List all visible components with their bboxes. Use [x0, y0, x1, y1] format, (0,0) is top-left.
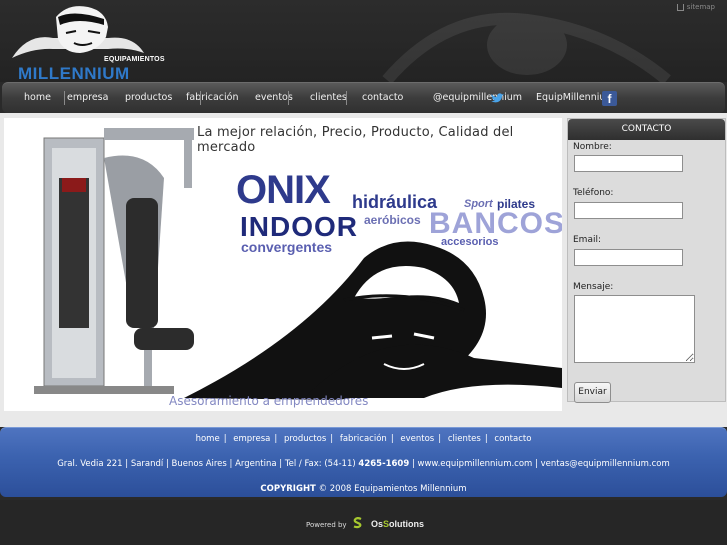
site-header: EQUIPAMIENTOS MILLENNIUM sitemap	[0, 0, 727, 85]
footer-address: Gral. Vedia 221 | Sarandí | Buenos Aires…	[57, 459, 670, 469]
twitter-bird-icon[interactable]	[490, 93, 504, 104]
nav-fabricacion[interactable]: fabricación	[186, 92, 238, 103]
nav-productos[interactable]: productos	[125, 92, 172, 103]
email-input[interactable]	[574, 249, 683, 266]
copyright-text: © 2008 Equipamientos Millennium	[318, 484, 467, 494]
footer-link-eventos[interactable]: eventos	[400, 434, 434, 444]
main-nav: home empresa productos fabricación event…	[2, 82, 725, 113]
message-label: Mensaje:	[573, 282, 614, 292]
phone-number: 4265-1609	[358, 459, 410, 469]
nav-clientes[interactable]: clientes	[310, 92, 347, 103]
sitemap-link[interactable]: sitemap	[676, 3, 715, 11]
contact-form: CONTACTO Nombre: Teléfono: Email: Mensaj…	[567, 118, 726, 403]
name-input[interactable]	[574, 155, 683, 172]
sitemap-icon	[676, 3, 684, 11]
address-text: Gral. Vedia 221 | Sarandí | Buenos Aires…	[57, 459, 356, 469]
nav-contacto[interactable]: contacto	[362, 92, 403, 103]
brand-rest: olutions	[389, 519, 425, 529]
nav-home[interactable]: home	[24, 92, 51, 103]
name-label: Nombre:	[573, 142, 612, 152]
footer-link-clientes[interactable]: clientes	[448, 434, 481, 444]
ossolutions-link[interactable]: OsSolutions	[371, 519, 424, 529]
logo-title: MILLENNIUM	[18, 64, 130, 83]
banner-tagline: La mejor relación, Precio, Producto, Cal…	[197, 125, 514, 155]
message-textarea[interactable]	[574, 295, 695, 363]
nav-divider	[200, 91, 201, 105]
nav-divider	[346, 91, 347, 105]
phone-label: Teléfono:	[573, 188, 614, 198]
nav-twitter-link[interactable]: @equipmillennium	[433, 92, 522, 103]
footer-nav: home | empresa | productos | fabricación | e…	[195, 434, 532, 444]
email-label: Email:	[573, 235, 602, 245]
site-logo[interactable]: EQUIPAMIENTOS MILLENNIUM	[8, 3, 164, 83]
powered-by-label: Powered by	[306, 521, 347, 529]
nav-empresa[interactable]: empresa	[67, 92, 108, 103]
logo-subtitle: EQUIPAMIENTOS	[104, 56, 165, 63]
banner-word-accesorios: accesorios	[441, 236, 499, 248]
email-link[interactable]: ventas@equipmillennium.com	[541, 459, 670, 469]
footer-link-fabricacion[interactable]: fabricación	[340, 434, 387, 444]
header-watermark-figure	[382, 12, 671, 85]
footer-link-contacto[interactable]: contacto	[494, 434, 531, 444]
banner-word-aerobicos: aeróbicos	[364, 213, 421, 227]
contact-title: CONTACTO	[568, 119, 725, 140]
banner-footer-text: Asesoramiento a emprendedores	[169, 394, 369, 408]
banner-word-convergentes: convergentes	[241, 239, 333, 255]
footer-link-empresa[interactable]: empresa	[233, 434, 270, 444]
brand-os: Os	[371, 519, 384, 529]
phone-input[interactable]	[574, 202, 683, 219]
nav-divider	[64, 91, 65, 105]
gym-machine-illustration	[34, 128, 562, 400]
sitemap-label: sitemap	[686, 3, 715, 11]
copyright-label: COPYRIGHT	[260, 484, 316, 494]
copyright: COPYRIGHT © 2008 Equipamientos Millenniu…	[0, 484, 727, 494]
banner-word-hidraulica: hidráulica	[352, 192, 438, 212]
footer-link-productos[interactable]: productos	[284, 434, 326, 444]
site-footer: home | empresa | productos | fabricación | e…	[0, 427, 727, 497]
banner-word-onix: ONIX	[236, 168, 331, 212]
submit-button[interactable]: Enviar	[574, 382, 611, 403]
hero-banner: La mejor relación, Precio, Producto, Cal…	[4, 118, 562, 411]
ossolutions-logo-icon[interactable]	[352, 517, 364, 529]
nav-divider	[288, 91, 289, 105]
footer-link-home[interactable]: home	[196, 434, 220, 444]
facebook-icon[interactable]: f	[602, 91, 617, 106]
website-link[interactable]: www.equipmillennium.com	[418, 459, 533, 469]
